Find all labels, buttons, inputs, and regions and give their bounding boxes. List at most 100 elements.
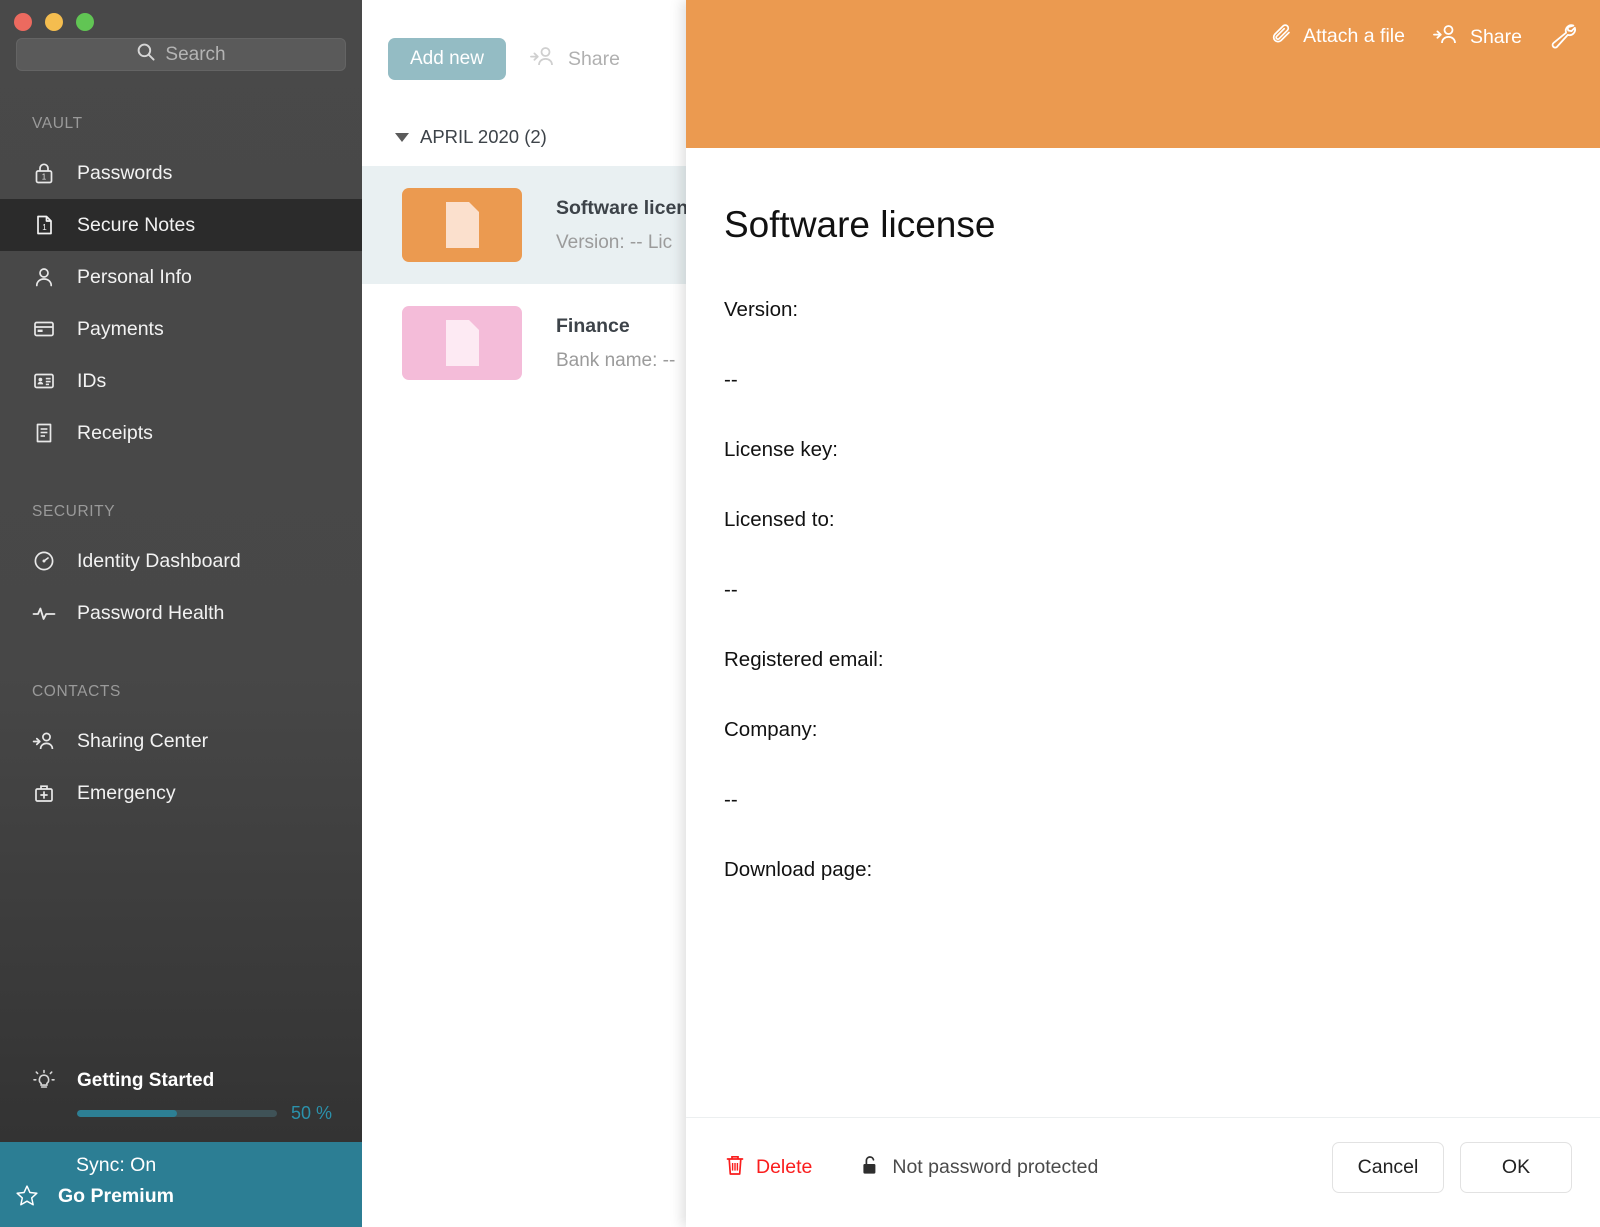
list-item-subtitle: Bank name: -- [556,349,676,371]
sync-status: Sync: On [76,1154,157,1176]
sidebar-item-payments[interactable]: Payments [0,303,362,355]
document-icon [445,202,479,248]
share-person-icon [31,728,57,754]
sidebar-item-receipts[interactable]: Receipts [0,407,362,459]
getting-started-progress-fill [77,1110,177,1117]
note-field-line: Download page: [724,858,873,881]
sidebar-item-label: Emergency [77,781,176,804]
sidebar-item-label: Identity Dashboard [77,549,241,572]
detail-title: Software license [724,204,996,245]
lock-icon: 1 [31,160,57,186]
sidebar-item-label: IDs [77,369,107,392]
close-window-button[interactable] [14,13,32,31]
person-icon [31,264,57,290]
sidebar-item-emergency[interactable]: Emergency [0,767,362,819]
note-field-line: License key: [724,438,838,461]
attach-a-file-button[interactable]: Attach a file [1270,22,1405,51]
detail-header: Attach a file Share [686,0,1600,148]
credit-card-icon [31,316,57,342]
go-premium-label: Go Premium [58,1184,174,1207]
note-field-line: Registered email: [724,648,884,671]
sidebar-item-ids[interactable]: IDs [0,355,362,407]
getting-started-title: Getting Started [77,1070,215,1091]
wrench-icon [1548,22,1578,55]
sidebar-item-personal-info[interactable]: Personal Info [0,251,362,303]
sidebar-item-sharing-center[interactable]: Sharing Center [0,715,362,767]
list-share-button[interactable]: Share [528,44,620,75]
note-field-line: Licensed to: [724,508,835,531]
star-icon [14,1183,40,1209]
receipt-icon [31,420,57,446]
sidebar-section-vault-label: VAULT [32,115,83,132]
getting-started-percent: 50 % [291,1103,333,1123]
sidebar-item-secure-notes[interactable]: 1 Secure Notes [0,199,362,251]
detail-share-button[interactable]: Share [1431,22,1522,53]
ok-button[interactable]: OK [1460,1142,1572,1193]
detail-share-label: Share [1469,26,1522,48]
note-field-line: -- [724,368,738,391]
sidebar-item-label: Payments [77,317,164,340]
svg-text:1: 1 [42,172,47,181]
password-protection-status[interactable]: Not password protected [860,1153,1098,1182]
paperclip-icon [1270,22,1294,51]
add-new-button[interactable]: Add new [388,38,506,80]
sidebar-item-label: Secure Notes [77,213,196,236]
caret-down-icon [395,132,409,142]
svg-text:1: 1 [42,223,47,232]
trash-icon [724,1153,746,1182]
sidebar: Search VAULT 1 Passwords 1 Secure Notes … [0,0,362,1227]
list-share-label: Share [567,47,620,70]
note-field-line: Version: [724,298,799,321]
note-field-line: -- [724,788,738,811]
pulse-icon [31,600,57,626]
gauge-icon [31,548,57,574]
sidebar-item-label: Receipts [77,421,153,444]
note-detail-panel: Attach a file Share Software license Ver… [686,0,1600,1227]
list-item-texts: Finance Bank name: -- [556,315,675,372]
sidebar-item-label: Sharing Center [77,729,209,752]
list-item-title: Finance [556,314,630,337]
settings-button[interactable] [1548,22,1578,55]
app-window: Search VAULT 1 Passwords 1 Secure Notes … [0,0,1600,1227]
note-icon: 1 [31,212,57,238]
note-field-line: Company: [724,718,818,741]
first-aid-icon [31,780,57,806]
getting-started-widget[interactable]: Getting Started 50 % [0,1068,362,1142]
getting-started-content: Getting Started 50 % [77,1068,340,1124]
search-container: Search [0,34,362,71]
delete-label: Delete [756,1156,813,1178]
document-icon [445,320,479,366]
sidebar-section-security-label: SECURITY [32,503,116,520]
minimize-window-button[interactable] [45,13,63,31]
password-protection-label: Not password protected [892,1156,1099,1178]
sidebar-item-passwords[interactable]: 1 Passwords [0,147,362,199]
attach-a-file-label: Attach a file [1303,25,1405,47]
sidebar-item-label: Passwords [77,161,173,184]
note-thumbnail [402,188,522,262]
list-group-title: APRIL 2020 (2) [420,126,547,147]
cancel-button[interactable]: Cancel [1332,1142,1444,1193]
note-field-line: -- [724,578,738,601]
go-premium-button[interactable]: Go Premium [0,1183,362,1209]
sidebar-item-password-health[interactable]: Password Health [0,587,362,639]
getting-started-progress-bar [77,1110,277,1117]
sidebar-item-identity-dashboard[interactable]: Identity Dashboard [0,535,362,587]
search-icon [136,42,156,67]
id-card-icon [31,368,57,394]
zoom-window-button[interactable] [76,13,94,31]
sidebar-item-label: Personal Info [77,265,192,288]
lightbulb-icon [31,1068,57,1094]
delete-button[interactable]: Delete [724,1153,812,1182]
sidebar-item-label: Password Health [77,601,225,624]
sidebar-footer: Sync: On Go Premium [0,1142,362,1227]
detail-body: Software license Version: -- License key… [686,148,1600,1117]
note-thumbnail [402,306,522,380]
getting-started-progress-row: 50 % [77,1103,340,1124]
share-person-icon [1431,22,1461,53]
unlocked-padlock-icon [860,1153,880,1182]
sidebar-section-contacts-label: CONTACTS [32,683,121,700]
share-person-icon [528,44,558,75]
search-placeholder: Search [165,43,226,65]
search-input[interactable]: Search [16,38,346,71]
